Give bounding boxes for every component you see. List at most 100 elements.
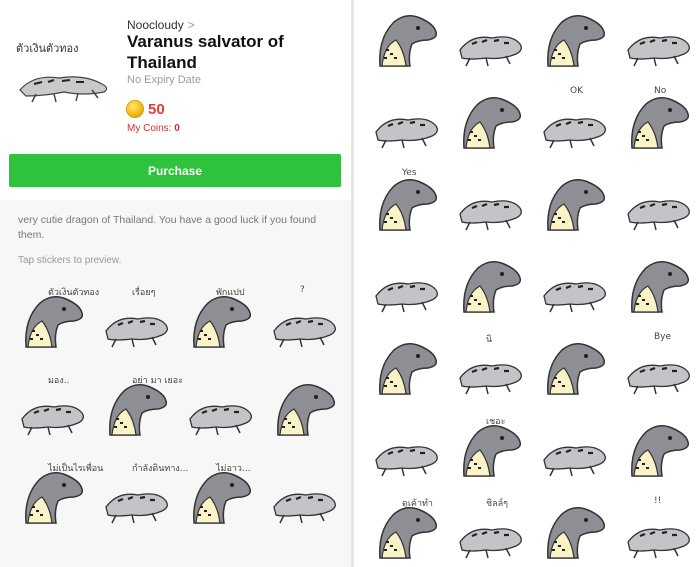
sticker-1[interactable]: ตัวเงินตัวทอง — [18, 285, 99, 365]
price-row: 50 — [127, 98, 165, 120]
sticker-18[interactable]: นิ — [456, 332, 534, 406]
sticker-9[interactable]: Yes — [372, 168, 450, 242]
sticker-17[interactable] — [372, 332, 450, 406]
pack-header: ตัวเงินตัวทอง Noocloudy > Varanus salvato… — [0, 0, 351, 150]
sticker-22[interactable]: เชอะ — [456, 414, 534, 488]
sticker-5[interactable] — [372, 86, 450, 160]
sticker-art — [540, 502, 610, 567]
sticker-art — [456, 502, 526, 567]
sticker-art — [624, 420, 694, 487]
sticker-caption: พักแปป — [216, 288, 245, 298]
sticker-caption: กำลังดินทาง... — [132, 464, 189, 474]
sticker-caption: มอง.. — [48, 376, 70, 386]
coin-icon — [127, 101, 143, 117]
sticker-24[interactable] — [624, 414, 700, 488]
sticker-12[interactable] — [624, 168, 700, 242]
sticker-art — [540, 338, 610, 405]
sticker-art — [18, 291, 88, 358]
sticker-art — [102, 379, 172, 446]
my-coins-label: My Coins: — [127, 123, 172, 134]
sticker-art — [372, 420, 442, 487]
sticker-detail-panel: ตัวเงินตัวทอง Noocloudy > Varanus salvato… — [0, 0, 351, 567]
my-coins-value: 0 — [174, 123, 180, 134]
sticker-art — [102, 467, 172, 534]
sticker-art — [456, 174, 526, 241]
sticker-caption: ? — [300, 285, 305, 295]
preview-hint: Tap stickers to preview. — [18, 255, 122, 266]
sticker-art — [270, 467, 340, 534]
sticker-caption: เชอะ — [486, 417, 506, 427]
pack-description: very cutie dragon of Thailand. You have … — [18, 214, 317, 241]
pack-thumbnail: ตัวเงินตัวทอง — [16, 42, 108, 103]
sticker-art — [18, 379, 88, 446]
sticker-art — [372, 174, 442, 241]
pack-title: Varanus salvator of Thailand — [127, 32, 284, 72]
sticker-art — [186, 291, 256, 358]
sticker-28[interactable]: !! — [624, 496, 700, 567]
sticker-15[interactable] — [540, 250, 618, 324]
sticker-6[interactable] — [456, 86, 534, 160]
sticker-caption: Bye — [654, 332, 672, 342]
sticker-art — [372, 256, 442, 323]
sticker-art — [624, 256, 694, 323]
sticker-caption: ไม่อาว... — [216, 464, 251, 474]
sticker-art — [186, 379, 256, 446]
sticker-caption: No — [654, 86, 667, 96]
sticker-4[interactable] — [624, 4, 700, 78]
sticker-art — [456, 10, 526, 77]
purchase-button[interactable]: Purchase — [9, 154, 341, 187]
sticker-20[interactable]: Bye — [624, 332, 700, 406]
sticker-25[interactable]: ดูเค้าทำ — [372, 496, 450, 567]
sticker-21[interactable] — [372, 414, 450, 488]
sticker-14[interactable] — [456, 250, 534, 324]
sticker-art — [624, 10, 694, 77]
sticker-7[interactable] — [186, 373, 264, 453]
sticker-8[interactable] — [270, 373, 348, 453]
sticker-caption: OK — [570, 86, 583, 96]
sticker-11[interactable]: ไม่อาว... — [186, 461, 264, 541]
author-name[interactable]: Noocloudy — [127, 18, 184, 32]
sticker-7[interactable]: OK — [540, 86, 618, 160]
chevron-right-icon: > — [187, 18, 195, 32]
sticker-9[interactable]: ไม่เป็นไรเพื่อน — [18, 461, 103, 541]
sticker-caption: ดูเค้าทำ — [402, 499, 433, 509]
sticker-art — [624, 92, 694, 159]
sticker-art — [624, 338, 694, 405]
sticker-3[interactable] — [540, 4, 618, 78]
sticker-art — [456, 420, 526, 487]
sticker-art — [372, 92, 442, 159]
sticker-art — [456, 92, 526, 159]
sticker-art — [372, 10, 442, 77]
sticker-3[interactable]: พักแปป — [186, 285, 264, 365]
sticker-11[interactable] — [540, 168, 618, 242]
sticker-8[interactable]: No — [624, 86, 700, 160]
price-value: 50 — [148, 100, 165, 118]
sticker-art — [372, 338, 442, 405]
sticker-art — [540, 256, 610, 323]
sticker-art — [540, 420, 610, 487]
sticker-4[interactable]: ? — [270, 285, 348, 365]
sticker-10[interactable] — [456, 168, 534, 242]
thumbnail-caption: ตัวเงินตัวทอง — [16, 42, 79, 55]
sticker-caption: !! — [654, 496, 662, 506]
sticker-caption: ไม่เป็นไรเพื่อน — [48, 464, 104, 474]
author-link[interactable]: Noocloudy > — [127, 18, 195, 32]
sticker-5[interactable]: มอง.. — [18, 373, 96, 453]
sticker-16[interactable] — [624, 250, 700, 324]
sticker-1[interactable] — [372, 4, 450, 78]
sticker-2[interactable] — [456, 4, 534, 78]
sticker-6[interactable]: อย่า มา เยอะ — [102, 373, 183, 453]
sticker-art — [270, 291, 340, 358]
sticker-10[interactable]: กำลังดินทาง... — [102, 461, 188, 541]
sticker-26[interactable]: ชิลล์ๆ — [456, 496, 534, 567]
sticker-27[interactable] — [540, 496, 618, 567]
sticker-art — [624, 174, 694, 241]
sticker-13[interactable] — [372, 250, 450, 324]
sticker-art — [456, 256, 526, 323]
sticker-12[interactable] — [270, 461, 348, 541]
sticker-23[interactable] — [540, 414, 618, 488]
sticker-grid-panel: OK No Yes นิ Bye เชอะดูเค้าทำ ชิลล์ๆ!! — [354, 0, 700, 567]
sticker-19[interactable] — [540, 332, 618, 406]
sticker-art — [540, 10, 610, 77]
sticker-2[interactable]: เรื่อยๆ — [102, 285, 180, 365]
